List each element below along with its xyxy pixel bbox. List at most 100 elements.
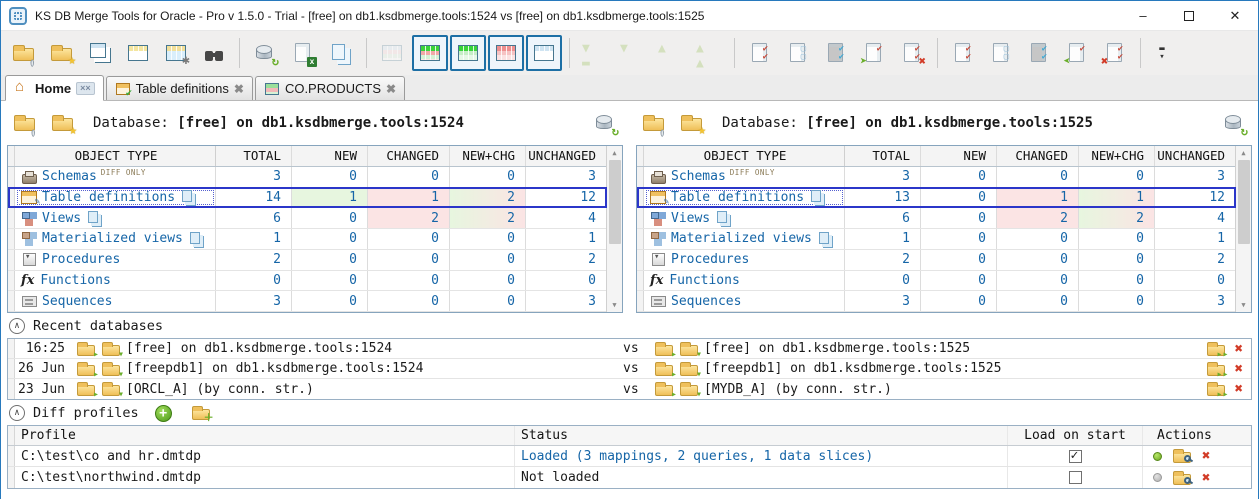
close-tab-icon[interactable]: ✖: [234, 82, 244, 96]
apply-to-left-button[interactable]: ✔➤: [1059, 35, 1095, 71]
actions-column-header[interactable]: Actions: [1143, 428, 1251, 443]
open-right-database-new-window-icon[interactable]: ▾: [678, 380, 700, 398]
scroll-up-icon[interactable]: ▲: [612, 146, 616, 160]
diff-profile-row[interactable]: C:\test\northwind.dmtdpNot loaded✖: [8, 467, 1251, 488]
open-profile-folder-icon[interactable]: ＋: [190, 404, 212, 422]
open-database-button[interactable]: [9, 108, 41, 138]
open-right-database-new-window-icon[interactable]: ▾: [678, 340, 700, 358]
scroll-down-icon[interactable]: ▼: [1241, 298, 1245, 312]
open-database-button[interactable]: [6, 35, 42, 71]
uncheck-all-left-button[interactable]: ▢ ▢: [780, 35, 816, 71]
collapse-profiles-icon[interactable]: ∧: [9, 405, 25, 421]
open-right-database-icon[interactable]: ▸: [653, 340, 675, 358]
vertical-scrollbar[interactable]: ▲▼: [1235, 146, 1251, 312]
object-row-functions[interactable]: fxFunctions00000: [637, 271, 1235, 292]
tab-home[interactable]: Home××: [5, 75, 104, 101]
object-row-functions[interactable]: fxFunctions00000: [8, 271, 606, 292]
open-left-database-new-window-icon[interactable]: ▾: [100, 360, 122, 378]
open-profile-icon[interactable]: [1171, 447, 1193, 465]
scripts-icon[interactable]: [716, 211, 730, 225]
column-header-new-chg[interactable]: NEW+CHG: [1079, 146, 1155, 166]
recent-database-row[interactable]: 16:25▸▾[free] on db1.ksdbmerge.tools:152…: [8, 339, 1251, 359]
search-binoculars-button[interactable]: [196, 35, 232, 71]
column-header-changed[interactable]: CHANGED: [368, 146, 450, 166]
minimize-button[interactable]: –: [1120, 1, 1166, 30]
object-row-schemas[interactable]: SchemasDIFF ONLY30003: [8, 167, 606, 188]
object-row-views[interactable]: Views60224: [8, 208, 606, 229]
open-folder-star-button[interactable]: ★: [44, 35, 80, 71]
scripts-icon[interactable]: [181, 190, 195, 204]
object-row-views[interactable]: Views60224: [637, 208, 1235, 229]
scripts-icon[interactable]: [87, 211, 101, 225]
scroll-up-icon[interactable]: ▲: [1241, 146, 1245, 160]
vertical-scrollbar[interactable]: ▲▼: [606, 146, 622, 312]
toolbar-overflow-icon[interactable]: ▬ ▾: [1153, 45, 1171, 61]
filter-new-button[interactable]: [450, 35, 486, 71]
scripts-icon[interactable]: [810, 190, 824, 204]
scripts-icon[interactable]: [818, 232, 832, 246]
clear-checks-right-button[interactable]: ✔ ✔✖: [1097, 35, 1133, 71]
object-row-table-definitions[interactable]: Table definitions1301112: [637, 188, 1235, 209]
open-profile-icon[interactable]: [1171, 469, 1193, 487]
filter-unchanged-button[interactable]: [526, 35, 562, 71]
scroll-thumb[interactable]: [609, 160, 621, 244]
object-row-schemas[interactable]: SchemasDIFF ONLY30003: [637, 167, 1235, 188]
recent-database-row[interactable]: 23 Jun▸▾[ORCL_A] (by conn. str.)vs▸▾[MYD…: [8, 379, 1251, 399]
apply-to-right-button[interactable]: ✔➤: [856, 35, 892, 71]
scripts-icon[interactable]: [189, 232, 203, 246]
profile-column-header[interactable]: Profile: [15, 426, 515, 445]
close-button[interactable]: ✕: [1212, 1, 1258, 30]
remove-profile-icon[interactable]: ✖: [1202, 449, 1210, 463]
check-all-left-button[interactable]: ✔ ✔: [742, 35, 778, 71]
open-recent-database-button[interactable]: ★: [47, 108, 79, 138]
column-header-unchanged[interactable]: UNCHANGED: [1155, 146, 1235, 166]
uncheck-all-right-button[interactable]: ▢ ▢: [983, 35, 1019, 71]
open-recent-database-button[interactable]: ★: [676, 108, 708, 138]
check-filtered-right-button[interactable]: ✔ ✔: [1021, 35, 1057, 71]
select-query-button[interactable]: [120, 35, 156, 71]
table-settings-button[interactable]: ✱: [158, 35, 194, 71]
scroll-down-icon[interactable]: ▼: [612, 298, 616, 312]
database-refresh-button[interactable]: ↻: [589, 108, 621, 138]
database-refresh-button[interactable]: ↻: [1218, 108, 1250, 138]
open-left-database-new-window-icon[interactable]: ▾: [100, 380, 122, 398]
check-filtered-left-button[interactable]: ✔ ✔: [818, 35, 854, 71]
column-header-new[interactable]: NEW: [292, 146, 368, 166]
close-tab-icon[interactable]: ✖: [386, 82, 396, 96]
open-both-databases-icon[interactable]: ▸▸: [1205, 340, 1227, 358]
maximize-button[interactable]: [1166, 1, 1212, 30]
open-both-databases-icon[interactable]: ▸▸: [1205, 380, 1227, 398]
object-row-table-definitions[interactable]: Table definitions1411212: [8, 188, 606, 209]
scroll-thumb[interactable]: [1238, 160, 1250, 244]
add-profile-icon[interactable]: +: [155, 405, 172, 422]
object-row-sequences[interactable]: Sequences30003: [8, 291, 606, 312]
open-both-databases-icon[interactable]: ▸▸: [1205, 360, 1227, 378]
collapse-recent-icon[interactable]: ∧: [9, 318, 25, 334]
open-right-database-icon[interactable]: ▸: [653, 360, 675, 378]
column-header-total[interactable]: TOTAL: [845, 146, 921, 166]
remove-profile-icon[interactable]: ✖: [1202, 471, 1210, 485]
open-left-database-new-window-icon[interactable]: ▾: [100, 340, 122, 358]
copy-button[interactable]: [323, 35, 359, 71]
open-left-database-icon[interactable]: ▸: [75, 360, 97, 378]
load-on-start-column-header[interactable]: Load on start: [1008, 426, 1143, 445]
column-header-object-type[interactable]: OBJECT TYPE: [644, 146, 845, 166]
diff-profile-row[interactable]: C:\test\co and hr.dmtdpLoaded (3 mapping…: [8, 446, 1251, 467]
object-row-procedures[interactable]: Procedures20002: [8, 250, 606, 271]
object-row-procedures[interactable]: Procedures20002: [637, 250, 1235, 271]
load-on-start-checkbox[interactable]: [1069, 450, 1082, 463]
tab-table-definitions[interactable]: Table definitions✖: [106, 76, 253, 100]
open-right-database-new-window-icon[interactable]: ▾: [678, 360, 700, 378]
remove-recent-icon[interactable]: ✖: [1235, 342, 1243, 356]
filter-changed-button[interactable]: [488, 35, 524, 71]
filter-new-changed-button[interactable]: [412, 35, 448, 71]
column-header-total[interactable]: TOTAL: [216, 146, 292, 166]
status-column-header[interactable]: Status: [515, 426, 1008, 445]
column-header-object-type[interactable]: OBJECT TYPE: [15, 146, 216, 166]
column-header-unchanged[interactable]: UNCHANGED: [526, 146, 606, 166]
column-header-new-chg[interactable]: NEW+CHG: [450, 146, 526, 166]
object-row-materialized-views[interactable]: Materialized views10001: [637, 229, 1235, 250]
column-header-changed[interactable]: CHANGED: [997, 146, 1079, 166]
table-list-button[interactable]: [82, 35, 118, 71]
open-left-database-icon[interactable]: ▸: [75, 340, 97, 358]
